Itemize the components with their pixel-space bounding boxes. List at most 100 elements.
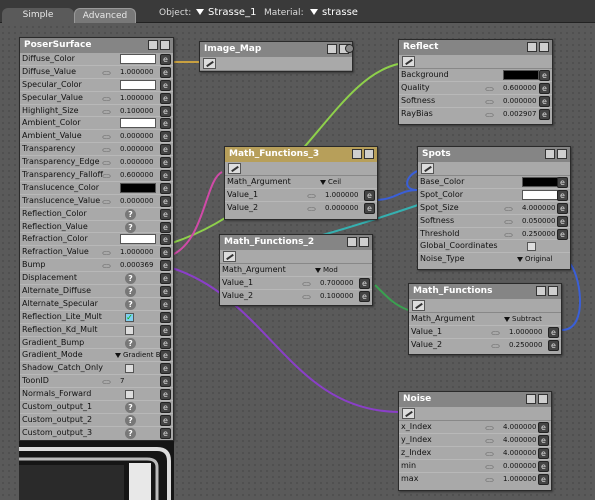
dropdown-select[interactable]: Original <box>517 253 552 266</box>
input-port-icon[interactable]: e <box>538 473 549 485</box>
input-port-icon[interactable]: e <box>160 427 171 439</box>
param-row[interactable]: Softness ⊂⊃ 0.050000 e <box>418 215 570 228</box>
wand-icon[interactable] <box>412 300 425 311</box>
param-value[interactable]: 0.100000 <box>320 291 353 301</box>
help-icon[interactable]: ? <box>125 414 136 426</box>
input-port-icon[interactable]: e <box>160 131 171 143</box>
input-port-icon[interactable]: e <box>557 202 568 214</box>
input-port-icon[interactable]: e <box>538 460 549 472</box>
param-value[interactable]: 4.000000 <box>522 203 555 213</box>
wand-icon[interactable] <box>421 163 434 174</box>
param-row[interactable]: Spot_Color e <box>418 189 570 202</box>
param-value[interactable]: 1.000000 <box>325 190 358 200</box>
input-port-icon[interactable]: e <box>557 177 568 188</box>
tab-simple[interactable]: Simple <box>2 8 74 23</box>
param-value[interactable]: 0.600000 <box>120 170 153 180</box>
help-icon[interactable]: ? <box>125 208 136 220</box>
param-value[interactable]: 0.600000 <box>503 83 536 93</box>
param-row[interactable]: Translucence_Color e <box>20 182 173 195</box>
param-row[interactable]: Background e <box>399 69 552 82</box>
help-icon[interactable]: ? <box>125 221 136 233</box>
param-row[interactable]: Math_Argument Subtract <box>409 313 561 326</box>
wand-icon[interactable] <box>203 58 216 69</box>
param-value[interactable]: 0.700000 <box>320 278 353 288</box>
input-port-icon[interactable]: e <box>557 189 568 201</box>
dropdown-select[interactable]: Mod <box>315 264 338 277</box>
input-port-icon[interactable]: e <box>538 447 549 459</box>
param-value[interactable]: 0.000000 <box>503 96 536 106</box>
param-row[interactable]: Ambient_Value ⊂⊃ 0.000000 e <box>20 130 173 144</box>
input-port-icon[interactable]: e <box>539 108 550 120</box>
param-row[interactable]: Value_1 ⊂⊃ 0.700000 e <box>220 277 372 290</box>
node-reflect[interactable]: Reflect Background e Quality ⊂⊃ 0.600000 e Sof… <box>398 39 553 125</box>
param-row[interactable]: Bump ⊂⊃ 0.000369 e <box>20 259 173 273</box>
input-port-icon[interactable]: e <box>160 414 171 426</box>
link-icon[interactable]: ⊂⊃ <box>302 292 311 305</box>
input-port-icon[interactable]: e <box>548 339 559 351</box>
help-icon[interactable]: ? <box>125 298 136 310</box>
param-row[interactable]: Base_Color e <box>418 176 570 189</box>
input-port-icon[interactable]: e <box>160 311 171 323</box>
input-port-icon[interactable]: e <box>548 326 559 338</box>
node-poser-surface[interactable]: PoserSurface Diffuse_Color e Diffuse_Value… <box>19 37 174 441</box>
param-row[interactable]: ToonID ⊂⊃ 7 e <box>20 375 173 389</box>
param-row[interactable]: max ⊂⊃ 1.000000 e <box>399 473 551 486</box>
param-value[interactable]: 0.250000 <box>509 340 542 350</box>
param-row[interactable]: Value_2 ⊂⊃ 0.100000 e <box>220 290 372 303</box>
param-row[interactable]: Transparency_Falloff ⊂⊃ 0.600000 e <box>20 169 173 182</box>
input-port-icon[interactable]: e <box>160 182 171 194</box>
param-row[interactable]: Threshold ⊂⊃ 0.250000 e <box>418 228 570 241</box>
input-port-icon[interactable]: e <box>160 54 171 65</box>
param-row[interactable]: Alternate_Specular? e <box>20 298 173 311</box>
input-port-icon[interactable]: e <box>160 92 171 104</box>
param-value[interactable]: 1.000000 <box>120 247 153 257</box>
param-row[interactable]: Reflection_Lite_Mult ✓ e <box>20 311 173 324</box>
help-icon[interactable]: ? <box>125 337 136 349</box>
object-select[interactable]: Strasse_1 <box>196 7 256 18</box>
param-value[interactable]: 4.000000 <box>503 435 536 445</box>
help-icon[interactable]: ? <box>125 427 136 439</box>
color-swatch[interactable] <box>522 177 558 187</box>
collapse-button[interactable] <box>327 44 337 54</box>
collapse-button[interactable] <box>352 149 362 159</box>
param-value[interactable]: 1.000000 <box>120 93 153 103</box>
options-button[interactable] <box>359 237 369 247</box>
param-row[interactable]: Gradient_Mode Gradient Bu... e <box>20 349 173 363</box>
options-button[interactable] <box>364 149 374 159</box>
param-row[interactable]: Displacement? e <box>20 272 173 286</box>
color-swatch[interactable] <box>120 79 156 90</box>
input-port-icon[interactable]: e <box>539 82 550 94</box>
param-row[interactable]: Global_Coordinates <box>418 240 570 254</box>
link-icon[interactable]: ⊂⊃ <box>485 110 494 123</box>
param-row[interactable]: Custom_output_3? e <box>20 427 173 440</box>
param-value[interactable]: 0.050000 <box>522 216 555 226</box>
input-port-icon[interactable]: e <box>160 247 171 259</box>
input-port-icon[interactable]: e <box>359 290 370 302</box>
input-port-icon[interactable]: e <box>160 363 171 375</box>
color-swatch[interactable] <box>120 54 156 64</box>
param-row[interactable]: x_Index ⊂⊃ 4.000000 e <box>399 421 551 434</box>
input-port-icon[interactable]: e <box>160 286 171 298</box>
input-port-icon[interactable]: e <box>160 221 171 233</box>
param-row[interactable]: Transparency_Edge ⊂⊃ 0.000000 e <box>20 156 173 170</box>
input-port-icon[interactable]: e <box>160 195 171 207</box>
options-button[interactable] <box>538 394 548 404</box>
input-port-icon[interactable]: e <box>359 277 370 289</box>
collapse-button[interactable] <box>536 286 546 296</box>
param-row[interactable]: Spot_Size ⊂⊃ 4.000000 e <box>418 202 570 215</box>
input-port-icon[interactable]: e <box>364 189 375 201</box>
input-port-icon[interactable]: e <box>160 273 171 285</box>
color-swatch[interactable] <box>120 118 156 129</box>
checkbox[interactable]: ✓ <box>125 312 134 322</box>
checkbox[interactable] <box>527 242 536 252</box>
input-port-icon[interactable]: e <box>557 228 568 240</box>
param-row[interactable]: Value_2 ⊂⊃ 0.000000 e <box>225 202 377 215</box>
param-row[interactable]: Custom_output_2? e <box>20 414 173 427</box>
param-value[interactable]: 0.000000 <box>120 144 153 154</box>
param-value[interactable]: 1.000000 <box>509 327 542 337</box>
input-port-icon[interactable]: e <box>160 118 171 130</box>
output-port[interactable] <box>345 44 354 53</box>
param-value[interactable]: 0.000000 <box>120 157 153 167</box>
param-row[interactable]: Value_1 ⊂⊃ 1.000000 e <box>225 189 377 202</box>
input-port-icon[interactable]: e <box>160 105 171 117</box>
